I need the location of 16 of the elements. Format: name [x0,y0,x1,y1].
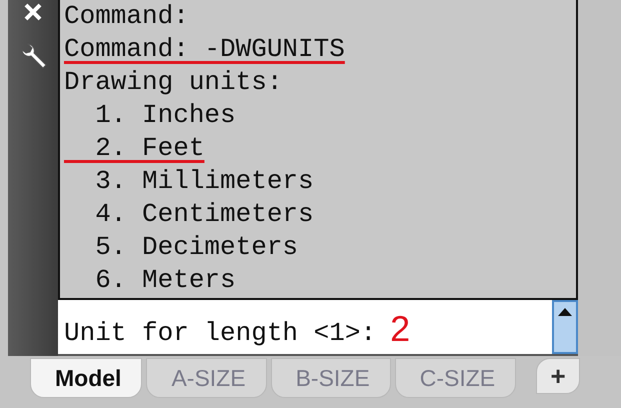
history-line: 1. Inches [94,99,236,132]
command-prompt: Unit for length <1>: [64,318,376,348]
history-line: Drawing units: [64,66,282,99]
history-line: 5. Decimeters [94,231,298,264]
add-tab-button[interactable]: + [536,358,580,394]
history-line: Command: -DWGUNITS [64,33,345,66]
history-line: 4. Centimeters [94,198,314,231]
history-line: Command: [64,0,189,33]
up-arrow-icon[interactable] [558,308,572,316]
layout-tab[interactable]: Model [30,358,142,398]
history-line: 3. Millimeters [94,165,314,198]
history-line: 6. Meters [94,264,236,297]
scrollbar[interactable] [552,300,578,354]
history-line: 2. Feet [94,132,204,165]
close-icon[interactable] [23,2,43,22]
typed-value: 2 [390,310,410,348]
